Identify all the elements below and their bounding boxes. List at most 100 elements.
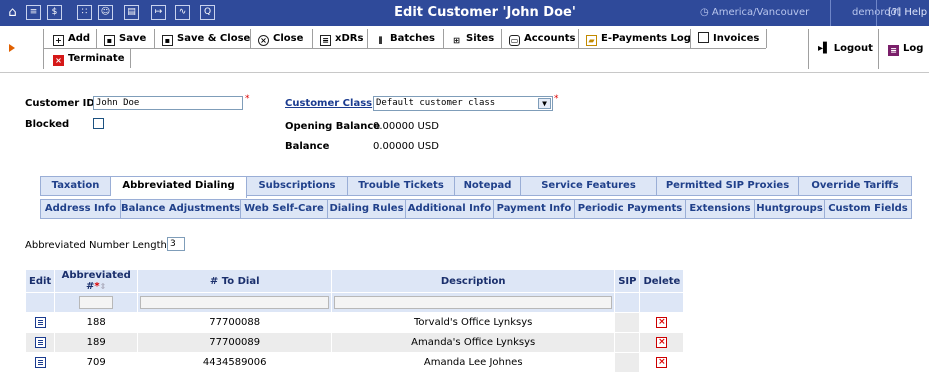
- col-sip: SIP: [614, 269, 641, 293]
- abbr-cell: 709: [54, 352, 139, 373]
- col-abbreviated[interactable]: Abbreviated #*⇕: [54, 269, 139, 293]
- filter-cell: [54, 292, 139, 313]
- filter-cell: [24, 292, 56, 313]
- account-icon[interactable]: ▤: [124, 5, 139, 20]
- sites-icon: ⊞: [453, 36, 460, 45]
- close-button[interactable]: × Close: [258, 29, 303, 48]
- tab-notepad[interactable]: Notepad: [455, 177, 521, 195]
- filter-to-dial-input[interactable]: [140, 296, 330, 309]
- customer-class-select[interactable]: Default customer class ▼: [373, 96, 553, 111]
- timezone-link[interactable]: ◷ America/Vancouver: [700, 7, 809, 18]
- help-icon: [?]: [888, 7, 902, 18]
- delete-icon[interactable]: ×: [656, 316, 668, 328]
- description-cell: Amanda Lee Johnes: [331, 352, 616, 373]
- log-button[interactable]: ≡ Log: [888, 39, 923, 58]
- tab-huntgroups[interactable]: Huntgroups: [755, 200, 825, 218]
- edit-icon[interactable]: [34, 336, 46, 348]
- epayments-log-button[interactable]: ▰ E-Payments Log: [586, 29, 691, 48]
- tab-row-1: Taxation Abbreviated Dialing Subscriptio…: [40, 176, 912, 198]
- opening-balance-label: Opening Balance: [285, 121, 381, 132]
- delete-icon[interactable]: ×: [656, 356, 668, 368]
- tab-override-tariffs[interactable]: Override Tariffs: [799, 177, 911, 195]
- tab-taxation[interactable]: Taxation: [41, 177, 111, 195]
- edit-icon[interactable]: [34, 316, 46, 328]
- xdrs-button[interactable]: ≡ xDRs: [320, 29, 363, 48]
- filter-abbreviated-input[interactable]: [79, 296, 114, 309]
- divider: [830, 0, 831, 26]
- table-row: 709 4434589006 Amanda Lee Johnes ×: [24, 352, 685, 373]
- divider: [43, 29, 44, 69]
- blocked-checkbox[interactable]: [93, 118, 104, 129]
- to-dial-cell: 4434589006: [137, 352, 333, 373]
- table-row: 189 77700089 Amanda's Office Lynksys ×: [24, 332, 685, 353]
- tab-address-info[interactable]: Address Info: [41, 200, 121, 218]
- tab-dialing-rules[interactable]: Dialing Rules: [328, 200, 406, 218]
- tab-balance-adjustments[interactable]: Balance Adjustments: [121, 200, 241, 218]
- tab-abbreviated-dialing[interactable]: Abbreviated Dialing: [111, 177, 247, 198]
- tab-custom-fields[interactable]: Custom Fields: [825, 200, 911, 218]
- tab-additional-info[interactable]: Additional Info: [406, 200, 494, 218]
- payment-icon: ▰: [586, 35, 597, 46]
- tab-periodic-payments[interactable]: Periodic Payments: [575, 200, 686, 218]
- col-edit: Edit: [24, 269, 56, 293]
- accounts-button[interactable]: ▭ Accounts: [509, 29, 575, 48]
- terminate-icon: ×: [53, 55, 64, 66]
- timezone-label: America/Vancouver: [711, 7, 810, 18]
- filter-cell: [137, 292, 333, 313]
- divider: [44, 48, 766, 49]
- grid-icon[interactable]: ∷: [77, 5, 92, 20]
- transfer-icon[interactable]: ↦: [151, 5, 166, 20]
- invoices-button[interactable]: Invoices: [698, 29, 759, 48]
- log-icon: ≡: [888, 45, 899, 56]
- abbr-length-input[interactable]: 3: [167, 237, 185, 251]
- sort-icon[interactable]: ⇕: [100, 282, 107, 291]
- tab-permitted-sip-proxies[interactable]: Permitted SIP Proxies: [657, 177, 799, 195]
- delete-icon[interactable]: ×: [656, 336, 668, 348]
- divider: [878, 29, 879, 69]
- sites-button[interactable]: ⊞ Sites: [451, 29, 494, 48]
- search-icon[interactable]: Q: [200, 5, 215, 20]
- divider: [367, 29, 368, 48]
- edit-icon[interactable]: [34, 356, 46, 368]
- abbr-length-label: Abbreviated Number Length: [25, 240, 167, 251]
- xdrs-label: xDRs: [335, 33, 364, 44]
- top-navigation-bar: ⌂ ≡ $ ∷ ☺ ▤ ↦ ∿ Q Edit Customer 'John Do…: [0, 0, 929, 26]
- save-button[interactable]: ▪ Save: [104, 29, 146, 48]
- chevron-down-icon[interactable]: ▼: [538, 98, 551, 109]
- batches-icon: ⫼: [378, 36, 383, 45]
- col-description[interactable]: Description: [331, 269, 616, 293]
- save-icon: ▪: [162, 35, 173, 46]
- tab-subscriptions[interactable]: Subscriptions: [247, 177, 348, 195]
- col-to-dial[interactable]: # To Dial: [137, 269, 333, 293]
- customer-id-input[interactable]: John Doe: [93, 96, 243, 110]
- filter-description-input[interactable]: [334, 296, 613, 309]
- tab-web-self-care[interactable]: Web Self-Care: [241, 200, 328, 218]
- list-icon[interactable]: ≡: [26, 5, 41, 20]
- help-link[interactable]: [?] Help: [888, 7, 927, 18]
- table-header-row: Edit Abbreviated #*⇕ # To Dial Descripti…: [24, 269, 685, 293]
- tab-trouble-tickets[interactable]: Trouble Tickets: [348, 177, 455, 195]
- filter-cell: [614, 292, 641, 313]
- tab-extensions[interactable]: Extensions: [686, 200, 755, 218]
- description-cell: Torvald's Office Lynksys: [331, 312, 616, 333]
- delete-cell: ×: [639, 332, 685, 353]
- save-close-button[interactable]: ▪ Save & Close: [162, 29, 250, 48]
- sites-label: Sites: [466, 33, 495, 44]
- add-button[interactable]: + Add: [53, 29, 90, 48]
- clock-icon: ◷: [700, 7, 709, 18]
- customer-class-link[interactable]: Customer Class: [285, 98, 372, 109]
- divider: [312, 29, 313, 48]
- person-icon[interactable]: ☺: [98, 5, 113, 20]
- chart-icon[interactable]: ∿: [175, 5, 190, 20]
- to-dial-cell: 77700088: [137, 312, 333, 333]
- home-icon[interactable]: ⌂: [5, 5, 20, 20]
- tab-service-features[interactable]: Service Features: [521, 177, 657, 195]
- batches-button[interactable]: ⫼ Batches: [375, 29, 435, 48]
- terminate-label: Terminate: [68, 53, 125, 64]
- tab-payment-info[interactable]: Payment Info: [494, 200, 575, 218]
- dollar-icon[interactable]: $: [47, 5, 62, 20]
- collapse-arrow-icon[interactable]: [9, 44, 15, 52]
- terminate-button[interactable]: × Terminate: [53, 49, 124, 68]
- logout-button[interactable]: ▸▌ Logout: [818, 39, 873, 58]
- divider: [154, 29, 155, 48]
